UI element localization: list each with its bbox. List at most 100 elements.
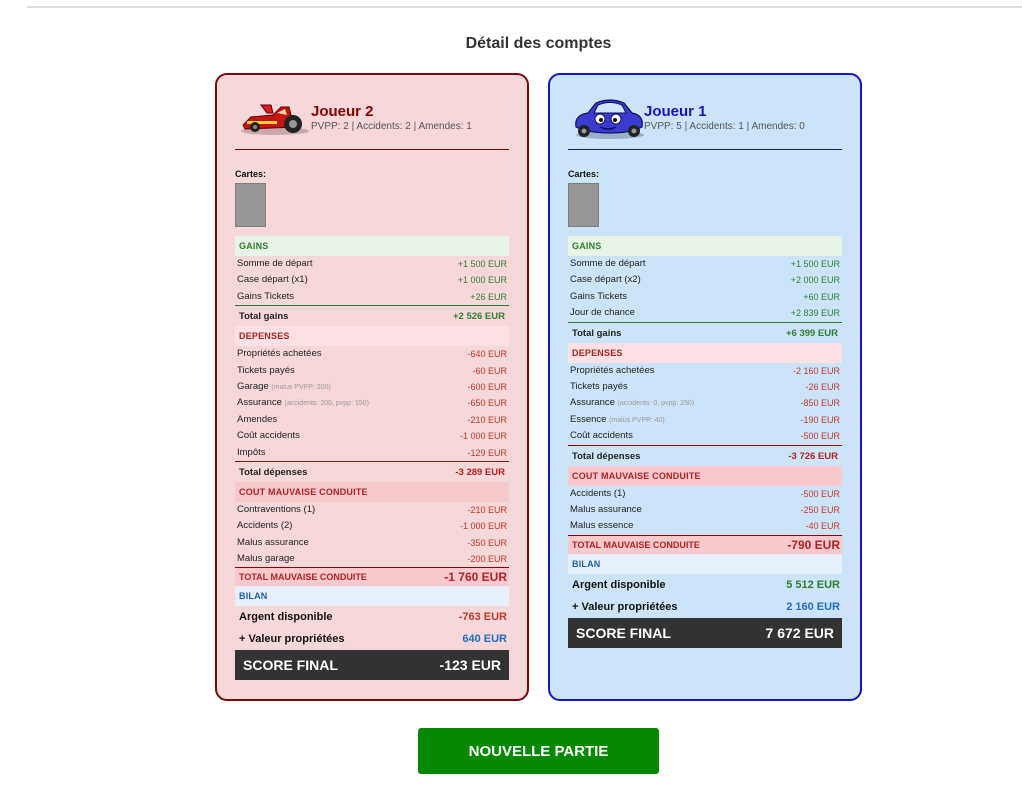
gain-row: Gains Tickets +60 EUR bbox=[568, 289, 842, 305]
row-value: -250 EUR bbox=[800, 504, 840, 515]
score-final-bar: SCORE FINAL -123 EUR bbox=[235, 650, 509, 681]
row-label: Propriétés achetées bbox=[570, 364, 655, 376]
player-name: Joueur 2 bbox=[311, 103, 374, 120]
expense-row: Propriétés achetées -640 EUR bbox=[235, 346, 509, 362]
row-label: Amendes bbox=[237, 413, 278, 425]
total-gains-row: Total gains +6 399 EUR bbox=[568, 321, 842, 343]
row-value: +1 500 EUR bbox=[457, 259, 507, 269]
row-value: +60 EUR bbox=[803, 291, 840, 302]
row-value: -210 EUR bbox=[467, 504, 507, 515]
row-value: -2 160 EUR bbox=[792, 365, 840, 376]
cmc-row: Accidents (2) -1 000 EUR bbox=[235, 518, 509, 534]
expense-row: Amendes -210 EUR bbox=[235, 412, 509, 428]
top-divider bbox=[27, 6, 1022, 8]
blue-cartoon-car-icon bbox=[575, 99, 644, 139]
row-label: Assurance (accidents: 200, pvpp: 150) bbox=[237, 397, 369, 409]
row-value: -40 EUR bbox=[805, 521, 840, 532]
row-label: Malus garage bbox=[237, 553, 295, 565]
bilan-header: BILAN bbox=[568, 553, 842, 574]
row-value: -350 EUR bbox=[467, 537, 507, 548]
row-value: -600 EUR bbox=[467, 381, 507, 392]
gain-row: Gains Tickets +26 EUR bbox=[235, 289, 509, 305]
row-label: Malus essence bbox=[570, 520, 634, 532]
row-value: +2 839 EUR bbox=[790, 308, 840, 319]
row-label: Case départ (x1) bbox=[237, 274, 308, 286]
row-value: -500 EUR bbox=[800, 488, 840, 499]
row-label: Jour de chance bbox=[570, 307, 635, 319]
row-value: +1 000 EUR bbox=[457, 275, 507, 286]
row-value: -129 EUR bbox=[467, 447, 507, 458]
cmc-row: Malus garage -200 EUR bbox=[235, 551, 509, 567]
expense-row: Tickets payés -60 EUR bbox=[235, 363, 509, 379]
property-card-placeholder[interactable] bbox=[568, 183, 599, 227]
cmc-row: Accidents (1) -500 EUR bbox=[568, 486, 842, 502]
expense-row: Coût accidents -500 EUR bbox=[568, 428, 842, 444]
cmc-header: COUT MAUVAISE CONDUITE bbox=[568, 465, 842, 486]
row-label: Gains Tickets bbox=[237, 290, 295, 302]
expense-row: Coût accidents -1 000 EUR bbox=[235, 428, 509, 444]
bilan-header: BILAN bbox=[235, 586, 509, 607]
row-value: -640 EUR bbox=[467, 349, 507, 360]
player-stats: PVPP: 2 | Accidents: 2 | Amendes: 1 bbox=[311, 121, 472, 132]
row-value: -850 EUR bbox=[800, 398, 840, 409]
gain-row: Somme de départ +1 500 EUR bbox=[568, 256, 842, 272]
cmc-row: Malus essence -40 EUR bbox=[568, 518, 842, 534]
expense-row: Essence (malus PVPP: 40) -190 EUR bbox=[568, 412, 842, 428]
row-label: Tickets payés bbox=[570, 380, 628, 392]
row-label: Tickets payés bbox=[237, 364, 295, 376]
argent-disponible-row: Argent disponible -763 EUR bbox=[239, 611, 507, 624]
row-label: Propriétés achetées bbox=[237, 348, 322, 360]
row-label: Essence (malus PVPP: 40) bbox=[570, 413, 665, 425]
row-label: Garage (malus PVPP: 200) bbox=[237, 380, 331, 392]
cmc-row: Malus assurance -250 EUR bbox=[568, 502, 842, 518]
row-label: Malus assurance bbox=[237, 536, 309, 548]
row-label: Coût accidents bbox=[570, 430, 633, 442]
valeur-proprietes-row: + Valeur propriétées 640 EUR bbox=[239, 633, 507, 646]
red-race-car-icon bbox=[241, 104, 309, 135]
expense-row: Garage (malus PVPP: 200) -600 EUR bbox=[235, 379, 509, 395]
row-value: +26 EUR bbox=[470, 291, 507, 302]
row-value: -26 EUR bbox=[805, 381, 840, 392]
cartes-label: Cartes: bbox=[568, 169, 600, 179]
row-label: Malus assurance bbox=[570, 503, 642, 515]
player-name: Joueur 1 bbox=[644, 103, 707, 120]
player-card-joueur-2: Joueur 2 PVPP: 2 | Accidents: 2 | Amende… bbox=[215, 73, 529, 701]
gains-header: GAINS bbox=[568, 236, 842, 256]
property-card-placeholder[interactable] bbox=[235, 183, 266, 227]
row-value: -60 EUR bbox=[472, 365, 507, 376]
row-label: Accidents (1) bbox=[570, 487, 626, 499]
row-value: -200 EUR bbox=[467, 554, 507, 565]
cartes-label: Cartes: bbox=[235, 169, 267, 179]
player-header: Joueur 2 PVPP: 2 | Accidents: 2 | Amende… bbox=[235, 75, 509, 150]
row-value: -1 000 EUR bbox=[459, 431, 507, 442]
player-stats: PVPP: 5 | Accidents: 1 | Amendes: 0 bbox=[644, 121, 805, 132]
row-value: +2 000 EUR bbox=[790, 275, 840, 286]
expense-row: Assurance (accidents: 200, pvpp: 150) -65… bbox=[235, 395, 509, 411]
row-label: Case départ (x2) bbox=[570, 274, 641, 286]
total-mauvaise-conduite-row: TOTAL MAUVAISE CONDUITE -790 EUR bbox=[568, 534, 842, 554]
gain-row: Case départ (x2) +2 000 EUR bbox=[568, 272, 842, 288]
row-label: Somme de départ bbox=[570, 258, 646, 269]
depenses-header: DEPENSES bbox=[568, 342, 842, 363]
row-label: Gains Tickets bbox=[570, 290, 628, 302]
expense-row: Propriétés achetées -2 160 EUR bbox=[568, 363, 842, 379]
row-label: Accidents (2) bbox=[237, 520, 293, 532]
row-label: Assurance (accidents: 0, pvpp: 250) bbox=[570, 397, 695, 409]
expense-row: Impôts -129 EUR bbox=[235, 445, 509, 461]
row-value: -650 EUR bbox=[467, 398, 507, 409]
gain-row: Case départ (x1) +1 000 EUR bbox=[235, 272, 509, 288]
row-label: Somme de départ bbox=[237, 258, 313, 269]
row-value: +1 500 EUR bbox=[790, 259, 840, 269]
gains-header: GAINS bbox=[235, 236, 509, 256]
gain-row: Somme de départ +1 500 EUR bbox=[235, 256, 509, 272]
player-card-joueur-1: Joueur 1 PVPP: 5 | Accidents: 1 | Amende… bbox=[548, 73, 862, 701]
nouvelle-partie-button[interactable]: NOUVELLE PARTIE bbox=[418, 728, 659, 774]
expense-row: Tickets payés -26 EUR bbox=[568, 379, 842, 395]
cmc-header: COUT MAUVAISE CONDUITE bbox=[235, 481, 509, 502]
total-mauvaise-conduite-row: TOTAL MAUVAISE CONDUITE -1 760 EUR bbox=[235, 567, 509, 587]
total-depenses-row: Total dépenses -3 726 EUR bbox=[568, 444, 842, 466]
row-label: Contraventions (1) bbox=[237, 503, 316, 515]
player-header: Joueur 1 PVPP: 5 | Accidents: 1 | Amende… bbox=[568, 75, 842, 150]
page-title: Détail des comptes bbox=[465, 35, 612, 52]
valeur-proprietes-row: + Valeur propriétées 2 160 EUR bbox=[572, 600, 840, 613]
